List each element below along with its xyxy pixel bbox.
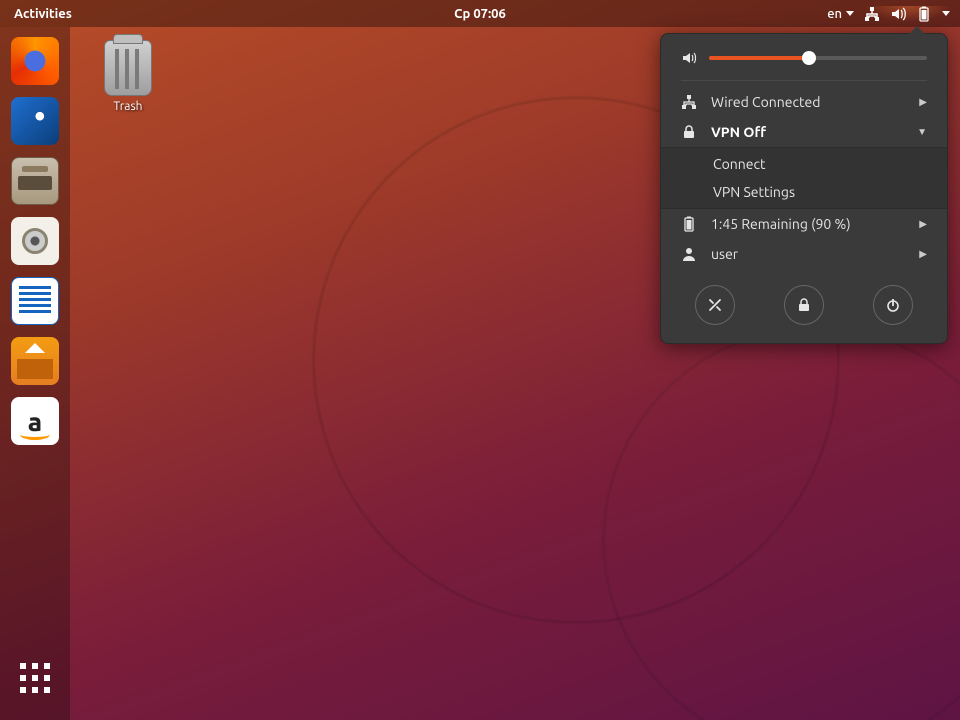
volume-slider[interactable]	[709, 56, 927, 60]
menu-item-vpn-settings[interactable]: VPN Settings	[661, 178, 947, 206]
settings-button[interactable]	[695, 285, 735, 325]
menu-item-network[interactable]: Wired Connected ▶	[661, 87, 947, 117]
dock-app-rhythmbox[interactable]	[11, 217, 59, 265]
dock-app-firefox[interactable]	[11, 37, 59, 85]
chevron-down-icon	[942, 11, 950, 16]
chevron-down-icon	[846, 11, 854, 16]
user-icon	[681, 246, 697, 262]
menu-item-label: 1:45 Remaining (90 %)	[711, 216, 905, 232]
menu-item-vpn-connect[interactable]: Connect	[661, 150, 947, 178]
lock-icon	[796, 297, 812, 313]
power-icon	[885, 297, 901, 313]
battery-icon	[681, 216, 697, 232]
volume-icon	[681, 50, 697, 66]
battery-icon	[916, 6, 932, 22]
vpn-submenu: Connect VPN Settings	[661, 147, 947, 209]
chevron-right-icon: ▶	[919, 218, 927, 230]
system-status-area[interactable]	[864, 6, 952, 22]
power-button[interactable]	[873, 285, 913, 325]
menu-item-vpn[interactable]: VPN Off ▼	[661, 117, 947, 147]
dock: a	[0, 27, 70, 720]
dock-app-libreoffice-writer[interactable]	[11, 277, 59, 325]
system-actions	[661, 269, 947, 343]
chevron-right-icon: ▶	[919, 248, 927, 260]
desktop-icon-trash[interactable]: Trash	[88, 40, 168, 113]
dock-app-files[interactable]	[11, 157, 59, 205]
dock-app-amazon[interactable]: a	[11, 397, 59, 445]
network-wired-icon	[681, 94, 697, 110]
top-bar: Activities Ср 07:06 en	[0, 0, 960, 27]
activities-button[interactable]: Activities	[8, 7, 78, 21]
network-wired-icon	[864, 6, 880, 22]
menu-item-label: VPN Off	[711, 124, 903, 140]
settings-icon	[707, 297, 723, 313]
system-menu-popup: Wired Connected ▶ VPN Off ▼ Connect VPN …	[660, 33, 948, 344]
clock[interactable]: Ср 07:06	[454, 7, 506, 21]
lock-button[interactable]	[784, 285, 824, 325]
dock-app-ubuntu-software[interactable]	[11, 337, 59, 385]
chevron-right-icon: ▶	[919, 96, 927, 108]
desktop-icon-label: Trash	[88, 100, 168, 113]
trash-icon	[104, 40, 152, 96]
menu-item-label: Wired Connected	[711, 94, 905, 110]
language-label: en	[827, 7, 842, 21]
menu-item-battery[interactable]: 1:45 Remaining (90 %) ▶	[661, 209, 947, 239]
volume-row	[661, 34, 947, 76]
menu-item-label: user	[711, 246, 905, 262]
menu-item-user[interactable]: user ▶	[661, 239, 947, 269]
keyboard-layout-indicator[interactable]: en	[827, 7, 854, 21]
show-applications-button[interactable]	[11, 654, 59, 702]
volume-icon	[890, 6, 906, 22]
chevron-down-icon: ▼	[917, 126, 927, 138]
separator	[681, 80, 927, 81]
dock-app-thunderbird[interactable]	[11, 97, 59, 145]
lock-icon	[681, 124, 697, 140]
